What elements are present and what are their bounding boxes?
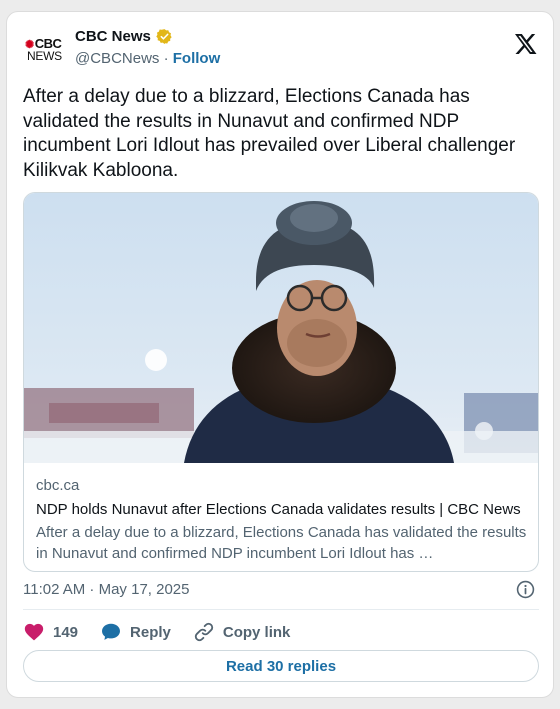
follow-button[interactable]: Follow: [173, 50, 221, 67]
x-logo-icon[interactable]: [513, 32, 537, 56]
tweet-embed-card: ✺CBC NEWS CBC News @CBCNews · Follow Aft…: [6, 11, 554, 698]
reply-icon: [102, 623, 121, 640]
like-count: 149: [53, 623, 79, 641]
action-bar: 149 Reply Copy link: [23, 619, 539, 645]
verified-badge-icon: [156, 29, 172, 44]
reply-label: Reply: [130, 623, 171, 641]
link-description: After a delay due to a blizzard, Electio…: [36, 524, 527, 562]
copy-link-button[interactable]: Copy link: [193, 621, 291, 643]
read-replies-button[interactable]: Read 30 replies: [23, 650, 539, 682]
link-title[interactable]: NDP holds Nunavut after Elections Canada…: [36, 501, 528, 518]
article-photo: [24, 193, 538, 463]
heart-icon: [24, 623, 44, 641]
cbc-logo[interactable]: ✺CBC NEWS: [25, 36, 67, 64]
reply-button[interactable]: Reply: [100, 621, 171, 643]
link-preview-card[interactable]: cbc.ca NDP holds Nunavut after Elections…: [23, 192, 539, 572]
tweet-timestamp[interactable]: 11:02 AM · May 17, 2025: [23, 581, 190, 598]
info-icon[interactable]: [516, 580, 535, 599]
author-handle[interactable]: @CBCNews: [75, 50, 159, 67]
divider: [23, 609, 539, 610]
author-name[interactable]: CBC News: [75, 28, 151, 45]
link-icon: [194, 622, 214, 642]
tweet-header: ✺CBC NEWS CBC News @CBCNews · Follow: [23, 26, 539, 72]
like-button[interactable]: 149: [23, 621, 78, 643]
link-domain: cbc.ca: [36, 477, 80, 494]
copy-link-label: Copy link: [222, 623, 291, 641]
tweet-text: After a delay due to a blizzard, Electio…: [23, 86, 516, 181]
